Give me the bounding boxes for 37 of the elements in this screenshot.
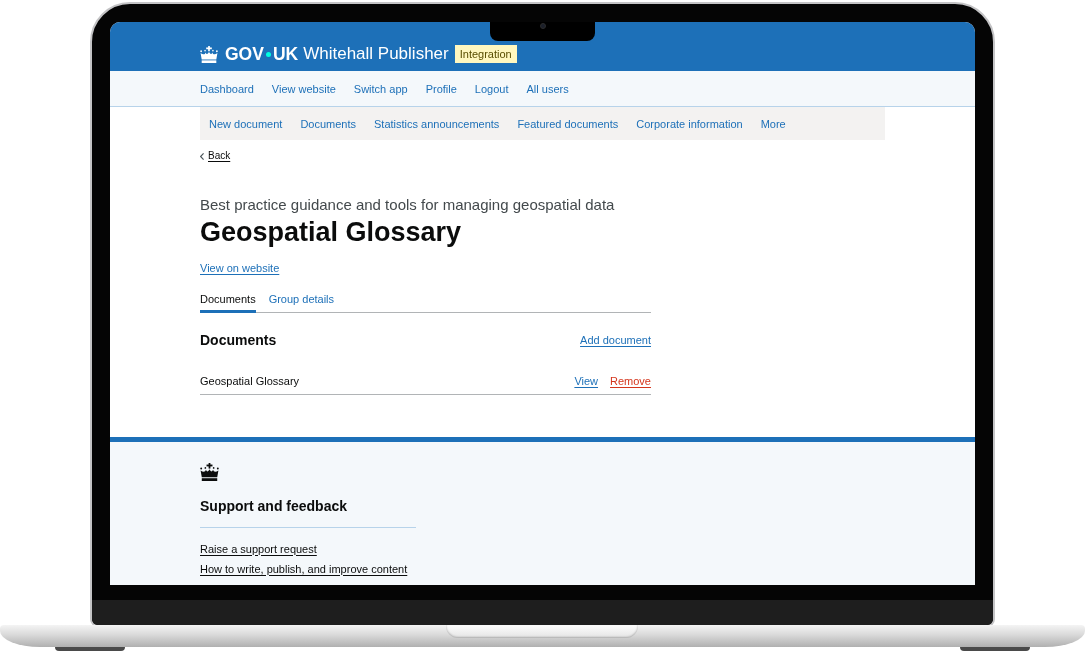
subnav-link[interactable]: New document [209,115,283,132]
subnav-link[interactable]: Documents [300,115,356,132]
footer-heading: Support and feedback [200,496,348,516]
laptop-foot [960,647,1030,651]
nav-link[interactable]: View website [271,80,336,97]
laptop-foot [55,647,125,651]
subnav-link[interactable]: More [760,115,786,132]
chevron-left-icon [200,152,204,160]
environment-tag: Integration [454,45,517,63]
logo-text: GOV [225,44,264,64]
logo-text: UK [272,44,299,64]
view-on-website-link[interactable]: View on website [200,261,280,274]
subnav-link[interactable]: Statistics announcements [374,115,500,132]
subnav-link[interactable]: Corporate information [636,115,743,132]
nav-link[interactable]: Dashboard [200,80,254,97]
crown-icon [200,45,218,63]
back-link[interactable]: Back [200,149,231,163]
page-caption: Best practice guidance and tools for managing geospatial data [200,194,615,215]
remove-link[interactable]: Remove [610,372,651,389]
document-title: Geospatial Glossary [200,373,300,389]
nav-link[interactable]: All users [526,80,569,97]
nav-link[interactable]: Profile [425,80,457,97]
add-document-link[interactable]: Add document [580,331,651,348]
camera-icon [540,23,546,29]
app-name: Whitehall Publisher [303,44,449,64]
tab[interactable]: Group details [268,290,335,313]
subnav-link[interactable]: Featured documents [517,115,619,132]
footer-link[interactable]: Raise a support request [200,541,317,557]
tab[interactable]: Documents [200,290,256,313]
nav-link[interactable]: Logout [474,80,509,97]
section-heading: Documents [200,330,277,350]
footer-link[interactable]: How to write, publish, and improve content [200,561,408,577]
logo-dot-icon [265,51,271,57]
page-title: Geospatial Glossary [200,215,462,248]
view-link[interactable]: View [574,372,599,389]
nav-link[interactable]: Switch app [353,80,408,97]
crown-icon [200,462,219,481]
